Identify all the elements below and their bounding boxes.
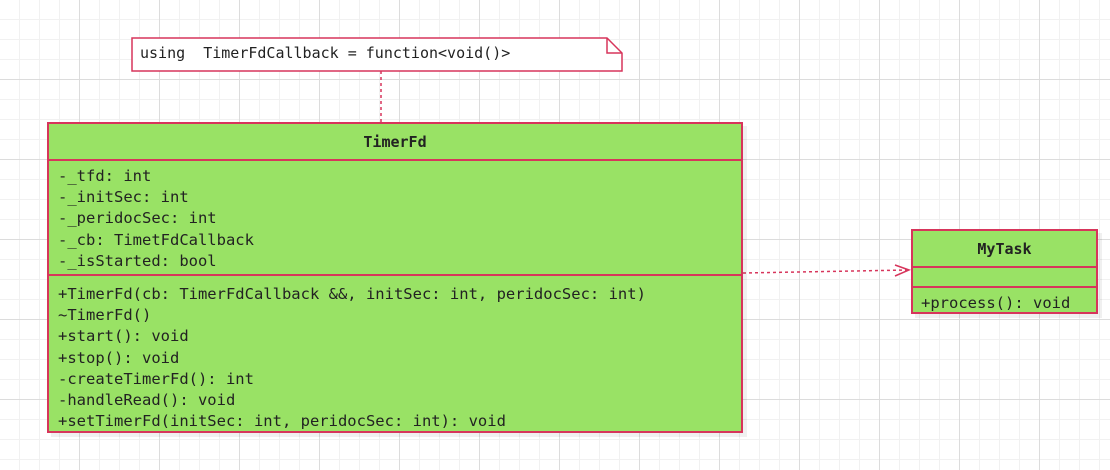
attribute-row: -_isStarted: bool <box>58 251 217 270</box>
method-row: +TimerFd(cb: TimerFdCallback &&, initSec… <box>58 285 646 303</box>
note-text: using TimerFdCallback = function<void()> <box>140 44 511 62</box>
class-timerfd-attributes: -_tfd: int -_initSec: int -_peridocSec: … <box>49 161 741 274</box>
class-mytask-methods: +process(): void <box>913 286 1096 314</box>
method-row: +stop(): void <box>58 348 180 367</box>
class-timerfd-name: TimerFd <box>49 124 741 161</box>
method-row: -createTimerFd(): int <box>58 369 254 388</box>
class-timerfd[interactable]: TimerFd -_tfd: int -_initSec: int -_peri… <box>47 122 743 433</box>
attribute-row: -_peridocSec: int <box>58 209 217 228</box>
attribute-row: -_cb: TimetFdCallback <box>58 230 254 249</box>
method-row: +start(): void <box>58 327 189 346</box>
attribute-row: -_tfd: int <box>58 167 152 185</box>
diagram-canvas: using TimerFdCallback = function<void()>… <box>0 0 1110 470</box>
class-mytask-name: MyTask <box>913 231 1096 268</box>
method-row: ~TimerFd() <box>58 306 152 325</box>
method-row: +setTimerFd(initSec: int, peridocSec: in… <box>58 412 506 431</box>
class-mytask[interactable]: MyTask +process(): void <box>911 229 1098 314</box>
attribute-row: -_initSec: int <box>58 188 189 207</box>
class-mytask-attributes <box>913 268 1096 286</box>
method-row: -handleRead(): void <box>58 391 236 410</box>
dependency-arrowhead <box>894 264 912 277</box>
method-row: +process(): void <box>921 294 1071 312</box>
dependency-line <box>742 269 910 274</box>
class-timerfd-methods: +TimerFd(cb: TimerFdCallback &&, initSec… <box>49 274 741 432</box>
